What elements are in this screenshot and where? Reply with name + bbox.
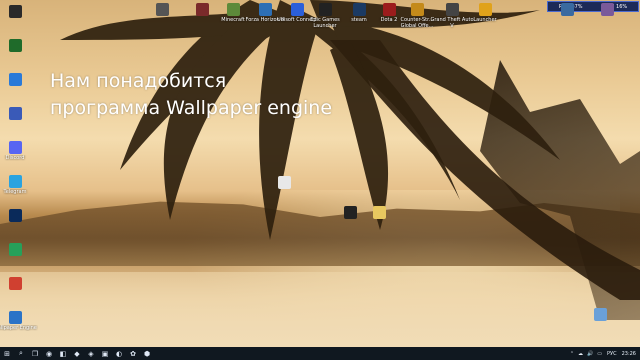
steam-icon	[352, 3, 366, 16]
icon-label: Discord	[5, 155, 25, 161]
desktop-icon[interactable]: Telegram	[0, 175, 38, 195]
volume-icon[interactable]: 🔊	[587, 351, 593, 357]
app-icon	[8, 243, 22, 256]
battery-icon[interactable]: ▭	[597, 351, 602, 357]
tray-icons: ⌃ ☁ 🔊 ▭	[570, 351, 602, 357]
icon-label: Launcher	[473, 17, 497, 23]
app-icon	[8, 277, 22, 290]
desktop-icon[interactable]: Wallpaper Engine	[0, 311, 38, 331]
minecraft-icon	[226, 3, 240, 16]
task-view-icon: ❐	[31, 349, 39, 358]
taskbar-apps: ◉ ◧ ◆ ◈ ▣ ◐ ✿ ⬢	[42, 347, 154, 360]
desktop-icon[interactable]	[584, 3, 630, 17]
app-icon: ✿	[130, 349, 136, 358]
discord-icon	[8, 141, 22, 154]
app-icon	[155, 3, 169, 16]
desktop-icon[interactable]	[577, 308, 623, 322]
overlay-line-1: Нам понадобится	[50, 70, 227, 92]
taskbar-app-button[interactable]: ◧	[56, 347, 70, 360]
desktop-icon[interactable]	[0, 209, 38, 223]
clock[interactable]: 23:26	[622, 351, 636, 357]
windows-icon: ⊞	[4, 349, 10, 358]
telegram-icon	[8, 175, 22, 188]
task-view-button[interactable]: ❐	[28, 347, 42, 360]
taskbar-app-button[interactable]: ◐	[112, 347, 126, 360]
app-icon: ◈	[88, 349, 94, 358]
taskbar-app-button[interactable]: ⬢	[140, 347, 154, 360]
overlay-caption: Нам понадобится программа Wallpaper engi…	[50, 68, 332, 122]
desktop-icon[interactable]	[0, 73, 38, 87]
app-icon	[195, 3, 209, 16]
icon-label: Wallpaper Engine	[0, 325, 37, 331]
launcher-icon	[478, 3, 492, 16]
file-icon	[343, 206, 357, 219]
desktop-icon[interactable]: Discord	[0, 141, 38, 161]
app-icon: ◧	[59, 349, 67, 358]
wallpaper-engine-icon	[8, 311, 22, 324]
desktop-icon[interactable]	[0, 243, 38, 257]
app-icon: ▣	[101, 349, 109, 358]
app-icon: ⬢	[143, 349, 151, 358]
desktop-icon[interactable]	[0, 5, 38, 19]
desktop-icon[interactable]	[0, 39, 38, 53]
folder-icon	[372, 206, 386, 219]
app-icon	[8, 5, 22, 18]
gta-icon	[445, 3, 459, 16]
desktop-icon[interactable]	[0, 107, 38, 121]
cloud-icon[interactable]: ☁	[578, 351, 583, 357]
icon-label: Telegram	[3, 189, 27, 195]
chevron-up-icon[interactable]: ⌃	[570, 351, 574, 357]
app-icon	[8, 73, 22, 86]
system-tray: ⌃ ☁ 🔊 ▭ РУС 23:26	[570, 347, 636, 360]
language-indicator[interactable]: РУС	[607, 351, 617, 357]
file-icon	[277, 176, 291, 189]
desktop-icon[interactable]	[356, 206, 402, 220]
taskbar-app-button[interactable]: ◆	[70, 347, 84, 360]
csgo-icon	[410, 3, 424, 16]
desktop-icon[interactable]: Launcher	[462, 3, 508, 23]
desktop-icon[interactable]	[0, 277, 38, 291]
taskbar-app-button[interactable]: ▣	[98, 347, 112, 360]
overlay-line-2: программа Wallpaper engine	[50, 97, 333, 119]
desktop-icon[interactable]	[261, 176, 307, 190]
taskbar-app-button[interactable]: ◈	[84, 347, 98, 360]
taskbar-app-button[interactable]: ✿	[126, 347, 140, 360]
epic-icon	[318, 3, 332, 16]
app-icon	[600, 3, 614, 16]
app-icon	[8, 39, 22, 52]
palm-tree-silhouette	[60, 0, 640, 300]
app-icon: ◉	[45, 349, 53, 358]
search-icon: ⌕	[19, 349, 23, 357]
app-icon: ◐	[115, 349, 123, 358]
taskbar: ⊞ ⌕ ❐ ◉ ◧ ◆ ◈ ▣ ◐ ✿ ⬢ ⌃ ☁ 🔊 ▭ РУС 23:26	[0, 347, 640, 360]
forza-icon	[258, 3, 272, 16]
taskbar-app-button[interactable]: ◉	[42, 347, 56, 360]
app-icon	[8, 209, 22, 222]
recycle-bin-icon	[593, 308, 607, 321]
app-icon: ◆	[74, 349, 80, 358]
start-button[interactable]: ⊞	[0, 347, 14, 360]
search-button[interactable]: ⌕	[14, 347, 28, 360]
app-icon	[8, 107, 22, 120]
desktop[interactable]: Нам понадобится программа Wallpaper engi…	[0, 0, 640, 347]
app-icon	[560, 3, 574, 16]
